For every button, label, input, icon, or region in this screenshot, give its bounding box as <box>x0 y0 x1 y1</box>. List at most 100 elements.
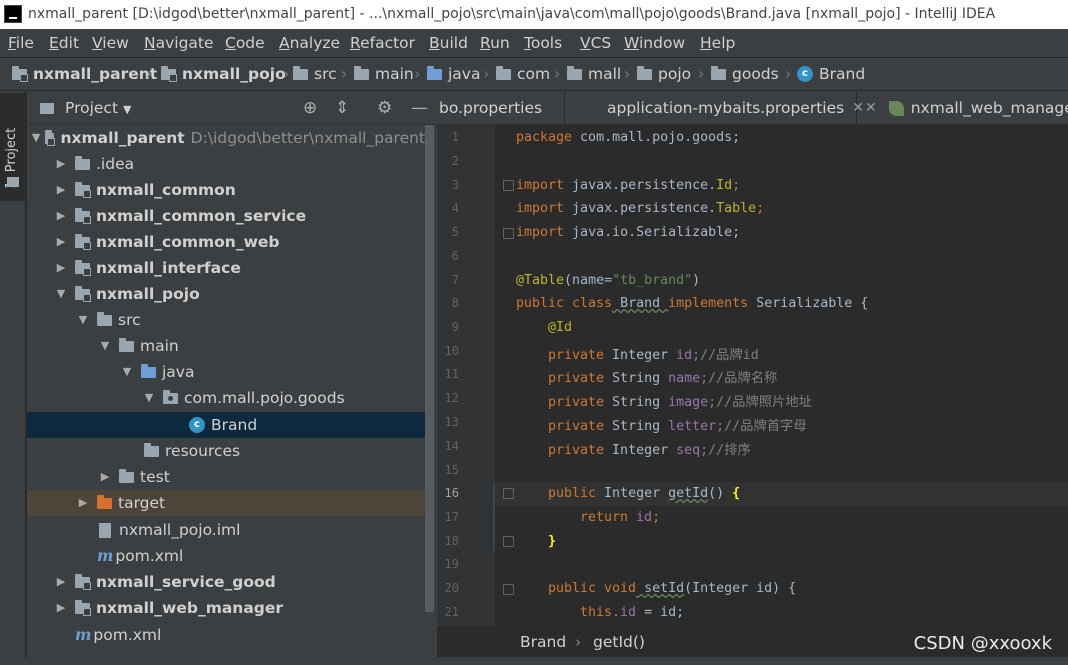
watermark: CSDN @xxooxk <box>913 633 1052 654</box>
tree-item-nxmall-interface[interactable]: ▶ nxmall_interface <box>27 255 425 281</box>
fold-marker-icon[interactable] <box>503 180 514 191</box>
folder-icon <box>354 65 369 80</box>
tree-item-pom-root[interactable]: m pom.xml <box>27 622 425 648</box>
chevron-right-icon: › <box>483 64 490 83</box>
tree-item-idea[interactable]: ▶ .idea <box>27 151 425 177</box>
code-text: (name= <box>564 273 613 288</box>
tree-item-nxmall-web-manager[interactable]: ▶ nxmall_web_manager <box>27 595 425 621</box>
editor-crumb-class[interactable]: Brand <box>520 626 566 658</box>
code-line-7: @Table(name="tb_brand") <box>516 273 700 288</box>
code-editor[interactable]: 1 2 3 4 5 6 7 8 9 10 11 12 13 14 15 16 1… <box>437 125 1068 625</box>
tree-item-nxmall-parent[interactable]: ▼ nxmall_parent D:\idgod\better\nxmall_par… <box>27 125 425 151</box>
keyword: private <box>548 443 605 458</box>
resources-folder-icon <box>144 442 159 457</box>
menu-file[interactable]: File <box>8 29 34 57</box>
menu-navigate[interactable]: Navigate <box>144 29 214 57</box>
collapse-all-icon[interactable]: ⇕ <box>335 91 349 125</box>
line-number: 7 <box>451 273 459 287</box>
close-icon[interactable]: ✕ <box>865 91 877 124</box>
chevron-right-icon: › <box>554 64 561 83</box>
code-line-5: import java.io.Serializable; <box>516 225 740 240</box>
tree-item-resources[interactable]: resources <box>27 438 425 464</box>
crumb-main[interactable]: main <box>354 58 414 90</box>
menu-edit[interactable]: Edit <box>49 29 79 57</box>
hide-icon[interactable]: — <box>411 91 428 125</box>
crumb-com[interactable]: com <box>496 58 550 90</box>
crumb-goods[interactable]: goods <box>711 58 779 90</box>
crumb-java[interactable]: java <box>427 58 480 90</box>
fold-marker-icon[interactable] <box>503 228 514 239</box>
line-number: 2 <box>451 154 459 168</box>
gear-icon[interactable]: ⚙ <box>377 91 392 125</box>
tab-label: bo.properties <box>439 99 543 117</box>
crumb-brand[interactable]: c Brand <box>797 58 865 90</box>
menu-run[interactable]: Run <box>480 29 510 57</box>
project-tool-tab[interactable]: 1: Project <box>0 93 26 201</box>
tab-nxmall-web-manager[interactable]: ✕ nxmall_web_manager\...\ <box>857 91 1068 124</box>
tree-item-package[interactable]: ▼ com.mall.pojo.goods <box>27 385 425 411</box>
source-folder-icon <box>427 65 442 80</box>
tree-item-nxmall-common-service[interactable]: ▶ nxmall_common_service <box>27 203 425 229</box>
crumb-nxmall-parent[interactable]: nxmall_parent <box>12 58 157 90</box>
keyword: import <box>516 225 565 240</box>
project-panel-header: Project ▼ ⊕ ⇕ ⚙ — <box>27 91 437 125</box>
crumb-nxmall-pojo[interactable]: nxmall_pojo <box>161 58 286 90</box>
annotation: @Table <box>516 273 565 288</box>
tree-item-nxmall-pojo[interactable]: ▼ nxmall_pojo <box>27 281 425 307</box>
menu-analyze[interactable]: Analyze <box>279 29 340 57</box>
tree-item-brand[interactable]: c Brand <box>27 412 425 438</box>
keyword: return <box>580 510 629 525</box>
menu-window[interactable]: Window <box>624 29 685 57</box>
keyword: this <box>580 605 613 620</box>
tree-item-src[interactable]: ▼ src <box>27 307 425 333</box>
tree-label: pom.xml <box>93 626 162 644</box>
menu-code[interactable]: Code <box>225 29 265 57</box>
code-text: Id <box>716 178 733 193</box>
editor-crumb-method[interactable]: getId() <box>593 626 645 658</box>
menu-view[interactable]: View <box>92 29 129 57</box>
tree-item-iml[interactable]: nxmall_pojo.iml <box>27 517 425 543</box>
locate-icon[interactable]: ⊕ <box>303 91 317 125</box>
line-number: 20 <box>444 581 459 595</box>
crumb-label: com <box>517 65 551 83</box>
menu-help[interactable]: Help <box>700 29 735 57</box>
tree-item-main[interactable]: ▼ main <box>27 333 425 359</box>
menu-tools[interactable]: Tools <box>524 29 562 57</box>
line-number: 15 <box>444 463 459 477</box>
fold-marker-icon[interactable] <box>503 584 514 595</box>
keyword: package <box>516 130 573 145</box>
tree-item-target[interactable]: ▶ target <box>27 490 425 516</box>
line-number: 1 <box>451 130 459 144</box>
maven-icon: m <box>97 546 114 565</box>
crumb-src[interactable]: src <box>293 58 337 90</box>
tree-label: target <box>118 494 166 512</box>
tab-bo-properties[interactable]: bo.properties <box>437 91 565 124</box>
tree-label: nxmall_common_service <box>96 207 307 225</box>
menu-refactor[interactable]: Refactor <box>350 29 415 57</box>
fold-marker-icon[interactable] <box>503 536 514 547</box>
code-line-10: private Integer id;//品牌id <box>548 344 759 363</box>
tree-scrollbar[interactable] <box>425 125 434 612</box>
source-folder-icon <box>141 363 156 378</box>
keyword: private <box>548 348 605 363</box>
line-number: 10 <box>444 344 459 358</box>
class-name: Brand <box>612 296 669 311</box>
tree-item-nxmall-common-web[interactable]: ▶ nxmall_common_web <box>27 229 425 255</box>
tree-item-pom-pojo[interactable]: m pom.xml <box>27 543 425 569</box>
menu-build[interactable]: Build <box>429 29 468 57</box>
field-name: id <box>628 510 653 525</box>
tree-label: java <box>162 363 195 381</box>
line-number: 6 <box>451 249 459 263</box>
tree-item-nxmall-common[interactable]: ▶ nxmall_common <box>27 177 425 203</box>
tree-item-test[interactable]: ▶ test <box>27 464 425 490</box>
tree-item-java[interactable]: ▼ java <box>27 359 425 385</box>
crumb-pojo[interactable]: pojo <box>637 58 691 90</box>
tab-application-mybaits[interactable]: application-mybaits.properties ✕ <box>565 91 864 124</box>
crumb-label: main <box>375 65 414 83</box>
menu-vcs[interactable]: VCS <box>580 29 611 57</box>
project-view-dropdown[interactable]: Project ▼ <box>65 91 131 127</box>
tree-item-nxmall-service-good[interactable]: ▶ nxmall_service_good <box>27 569 425 595</box>
crumb-mall[interactable]: mall <box>567 58 621 90</box>
tree-label: com.mall.pojo.goods <box>184 389 345 407</box>
fold-marker-icon[interactable] <box>503 488 514 499</box>
